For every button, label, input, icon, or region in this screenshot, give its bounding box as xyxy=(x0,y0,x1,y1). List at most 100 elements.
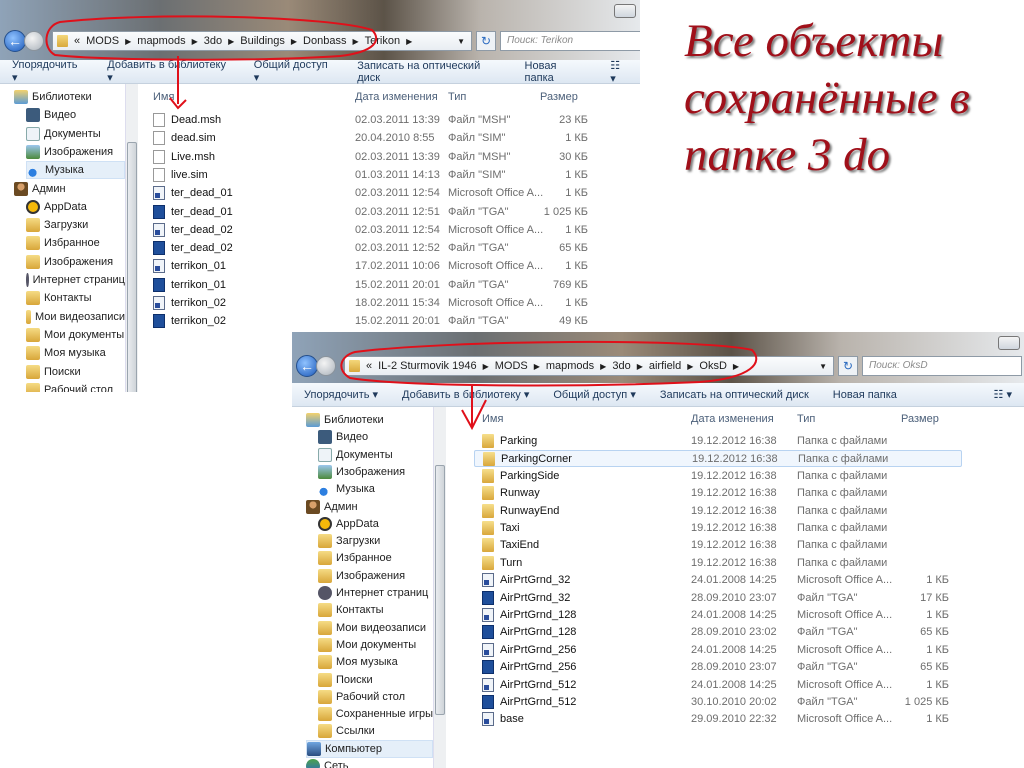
nav-item[interactable]: AppData xyxy=(26,198,125,216)
column-type[interactable]: Тип xyxy=(448,91,466,103)
file-row[interactable]: dead.sim 20.04.2010 8:55 Файл "SIM" 1 КБ xyxy=(145,130,600,147)
file-row[interactable]: Turn 19.12.2012 16:38 Папка с файлами xyxy=(474,555,962,572)
breadcrumb-arrow-icon[interactable]: ▶ xyxy=(352,37,358,46)
breadcrumb-arrow-icon[interactable]: ▶ xyxy=(687,362,693,371)
file-row[interactable]: terrikon_02 15.02.2011 20:01 Файл "TGA" … xyxy=(145,313,600,330)
refresh-button[interactable]: ↻ xyxy=(476,31,496,51)
nav-item[interactable]: Видео xyxy=(26,106,125,124)
add-to-library-button[interactable]: Добавить в библиотеку ▾ xyxy=(107,59,230,84)
file-row[interactable]: AirPrtGrnd_128 24.01.2008 14:25 Microsof… xyxy=(474,607,962,624)
nav-item[interactable]: Избранное xyxy=(26,234,125,252)
file-row[interactable]: AirPrtGrnd_256 24.01.2008 14:25 Microsof… xyxy=(474,642,962,659)
nav-item[interactable]: Админ xyxy=(14,180,125,198)
navigation-scrollbar[interactable] xyxy=(433,407,446,768)
file-row[interactable]: AirPrtGrnd_128 28.09.2010 23:02 Файл "TG… xyxy=(474,624,962,641)
nav-item[interactable]: Админ xyxy=(306,498,433,516)
file-row[interactable]: terrikon_01 15.02.2011 20:01 Файл "TGA" … xyxy=(145,277,600,294)
forward-button[interactable] xyxy=(24,31,44,51)
back-button[interactable]: ← xyxy=(296,355,318,377)
breadcrumb-item[interactable]: airfield xyxy=(649,360,681,372)
navigation-scrollbar[interactable] xyxy=(125,84,138,392)
breadcrumb-item[interactable]: mapmods xyxy=(137,35,185,47)
nav-item[interactable]: Изображения xyxy=(26,253,125,271)
breadcrumb-item[interactable]: Donbass xyxy=(303,35,346,47)
file-row[interactable]: Parking 19.12.2012 16:38 Папка с файлами xyxy=(474,433,962,450)
breadcrumb-arrow-icon[interactable]: ▶ xyxy=(637,362,643,371)
burn-button[interactable]: Записать на оптический диск xyxy=(660,389,809,401)
nav-item[interactable]: Контакты xyxy=(318,601,433,619)
nav-item[interactable]: Рабочий стол xyxy=(318,688,433,706)
nav-item[interactable]: Мои документы xyxy=(26,326,125,344)
nav-item[interactable]: Рабочий стол xyxy=(26,381,125,392)
address-dropdown-icon[interactable]: ▼ xyxy=(819,362,827,371)
new-folder-button[interactable]: Новая папка xyxy=(525,60,587,84)
breadcrumb-arrow-icon[interactable]: ▶ xyxy=(483,362,489,371)
organize-button[interactable]: Упорядочить ▾ xyxy=(304,388,378,401)
search-input[interactable]: Поиск: Terikon xyxy=(500,31,640,51)
file-row[interactable]: ParkingCorner 19.12.2012 16:38 Папка с ф… xyxy=(474,450,962,468)
breadcrumb-arrow-icon[interactable]: ▶ xyxy=(192,37,198,46)
breadcrumb-item[interactable]: « xyxy=(366,360,372,372)
file-row[interactable]: AirPrtGrnd_32 24.01.2008 14:25 Microsoft… xyxy=(474,572,962,589)
nav-item[interactable]: Музыка xyxy=(26,161,125,180)
breadcrumb-item[interactable]: IL-2 Sturmovik 1946 xyxy=(378,360,476,372)
breadcrumb-arrow-icon[interactable]: ▶ xyxy=(291,37,297,46)
breadcrumb-item[interactable]: « xyxy=(74,35,80,47)
nav-item[interactable]: Поиски xyxy=(26,363,125,381)
nav-item[interactable]: Загрузки xyxy=(318,532,433,550)
breadcrumb-arrow-icon[interactable]: ▶ xyxy=(600,362,606,371)
file-row[interactable]: Live.msh 02.03.2011 13:39 Файл "MSH" 30 … xyxy=(145,149,600,166)
breadcrumb-item[interactable]: mapmods xyxy=(546,360,594,372)
burn-button[interactable]: Записать на оптический диск xyxy=(357,60,500,84)
column-type[interactable]: Тип xyxy=(797,413,815,425)
breadcrumb-arrow-icon[interactable]: ▶ xyxy=(534,362,540,371)
add-to-library-button[interactable]: Добавить в библиотеку ▾ xyxy=(402,388,529,401)
nav-item[interactable]: Контакты xyxy=(26,289,125,307)
nav-item[interactable]: Избранное xyxy=(318,549,433,567)
nav-item[interactable]: Документы xyxy=(26,125,125,143)
address-bar[interactable]: « MODS ▶ mapmods ▶ 3do ▶ Buildings ▶ Donbass ▶ Teri… xyxy=(52,31,472,51)
search-input[interactable]: Поиск: OksD xyxy=(862,356,1022,376)
nav-item[interactable]: Изображения xyxy=(26,143,125,161)
file-row[interactable]: ter_dead_02 02.03.2011 12:54 Microsoft O… xyxy=(145,222,600,239)
file-row[interactable]: terrikon_02 18.02.2011 15:34 Microsoft O… xyxy=(145,295,600,312)
nav-item[interactable]: Изображения xyxy=(318,567,433,585)
share-button[interactable]: Общий доступ ▾ xyxy=(254,59,333,84)
file-row[interactable]: base 29.09.2010 22:32 Microsoft Office A… xyxy=(474,711,962,728)
nav-item[interactable]: Компьютер xyxy=(306,739,433,758)
nav-item[interactable]: Мои видеозаписи xyxy=(26,308,125,326)
nav-item[interactable]: Изображения xyxy=(318,463,433,481)
nav-item[interactable]: Моя музыка xyxy=(26,344,125,362)
file-row[interactable]: AirPrtGrnd_256 28.09.2010 23:07 Файл "TG… xyxy=(474,659,962,676)
nav-item[interactable]: Сеть xyxy=(306,757,433,768)
file-row[interactable]: live.sim 01.03.2011 14:13 Файл "SIM" 1 К… xyxy=(145,167,600,184)
file-row[interactable]: RunwayEnd 19.12.2012 16:38 Папка с файла… xyxy=(474,503,962,520)
file-row[interactable]: AirPrtGrnd_512 24.01.2008 14:25 Microsof… xyxy=(474,677,962,694)
breadcrumb-item[interactable]: 3do xyxy=(612,360,630,372)
breadcrumb-arrow-icon[interactable]: ▶ xyxy=(125,37,131,46)
nav-item[interactable]: Документы xyxy=(318,446,433,464)
column-date[interactable]: Дата изменения xyxy=(691,413,774,425)
column-size[interactable]: Размер xyxy=(540,91,578,103)
nav-item[interactable]: Интернет страниц xyxy=(26,271,125,289)
breadcrumb-item[interactable]: OksD xyxy=(699,360,727,372)
nav-item[interactable]: Видео xyxy=(318,428,433,446)
breadcrumb-item[interactable]: Terikon xyxy=(365,35,400,47)
scrollbar-thumb[interactable] xyxy=(127,142,137,392)
breadcrumb-arrow-icon[interactable]: ▶ xyxy=(228,37,234,46)
file-row[interactable]: Taxi 19.12.2012 16:38 Папка с файлами xyxy=(474,520,962,537)
file-row[interactable]: Runway 19.12.2012 16:38 Папка с файлами xyxy=(474,485,962,502)
file-row[interactable]: ter_dead_02 02.03.2011 12:52 Файл "TGA" … xyxy=(145,240,600,257)
organize-button[interactable]: Упорядочить ▾ xyxy=(12,59,83,84)
nav-item[interactable]: Моя музыка xyxy=(318,653,433,671)
new-folder-button[interactable]: Новая папка xyxy=(833,389,897,401)
nav-item[interactable]: Поиски xyxy=(318,671,433,689)
nav-item[interactable]: Ссылки xyxy=(318,722,433,740)
nav-item[interactable]: Мои документы xyxy=(318,636,433,654)
breadcrumb-item[interactable]: MODS xyxy=(86,35,119,47)
minimize-button[interactable] xyxy=(614,4,636,18)
breadcrumb-arrow-icon[interactable]: ▶ xyxy=(733,362,739,371)
back-button[interactable]: ← xyxy=(4,30,26,52)
file-row[interactable]: terrikon_01 17.02.2011 10:06 Microsoft O… xyxy=(145,258,600,275)
column-size[interactable]: Размер xyxy=(901,413,939,425)
